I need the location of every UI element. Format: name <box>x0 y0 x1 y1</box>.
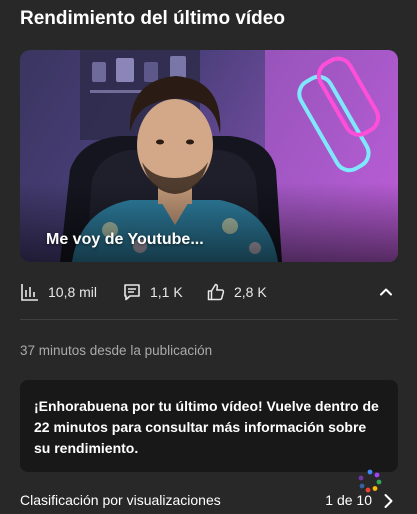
likes-stat: 2,8 K <box>206 280 267 304</box>
divider <box>20 319 398 320</box>
comments-stat: 1,1 K <box>122 280 183 304</box>
comments-count: 1,1 K <box>150 284 183 300</box>
video-title: Me voy de Youtube... <box>46 231 204 248</box>
next-page-button[interactable] <box>378 491 398 511</box>
card-title: Rendimiento del último vídeo <box>20 8 285 29</box>
latest-video-performance-card: Rendimiento del último vídeo Me voy de Y… <box>0 0 417 514</box>
time-since-published: 37 minutos desde la publicación <box>20 343 213 358</box>
chevron-up-icon <box>380 288 392 296</box>
ranking-page-indicator: 1 de 10 <box>325 492 372 508</box>
views-count: 10,8 mil <box>48 284 98 300</box>
video-stats-row: 10,8 mil 1,1 K 2,8 K <box>20 280 398 304</box>
views-stat: 10,8 mil <box>20 280 97 304</box>
congratulations-notice: ¡Enhorabuena por tu último vídeo! Vuelve… <box>20 380 398 472</box>
views-ranking-row: Clasificación por visualizaciones 1 de 1… <box>20 492 398 512</box>
thumbnail-gradient <box>20 182 398 262</box>
likes-count: 2,8 K <box>234 284 267 300</box>
notice-text: ¡Enhorabuena por tu último vídeo! Vuelve… <box>34 398 379 456</box>
thumbs-up-icon <box>206 282 226 302</box>
bar-chart-icon <box>20 282 40 302</box>
loading-spinner-icon <box>358 469 382 493</box>
chevron-right-icon <box>384 494 393 508</box>
video-thumbnail[interactable]: Me voy de Youtube... <box>20 50 398 262</box>
collapse-button[interactable] <box>374 280 398 304</box>
comment-icon <box>122 282 142 302</box>
ranking-label: Clasificación por visualizaciones <box>20 492 221 508</box>
